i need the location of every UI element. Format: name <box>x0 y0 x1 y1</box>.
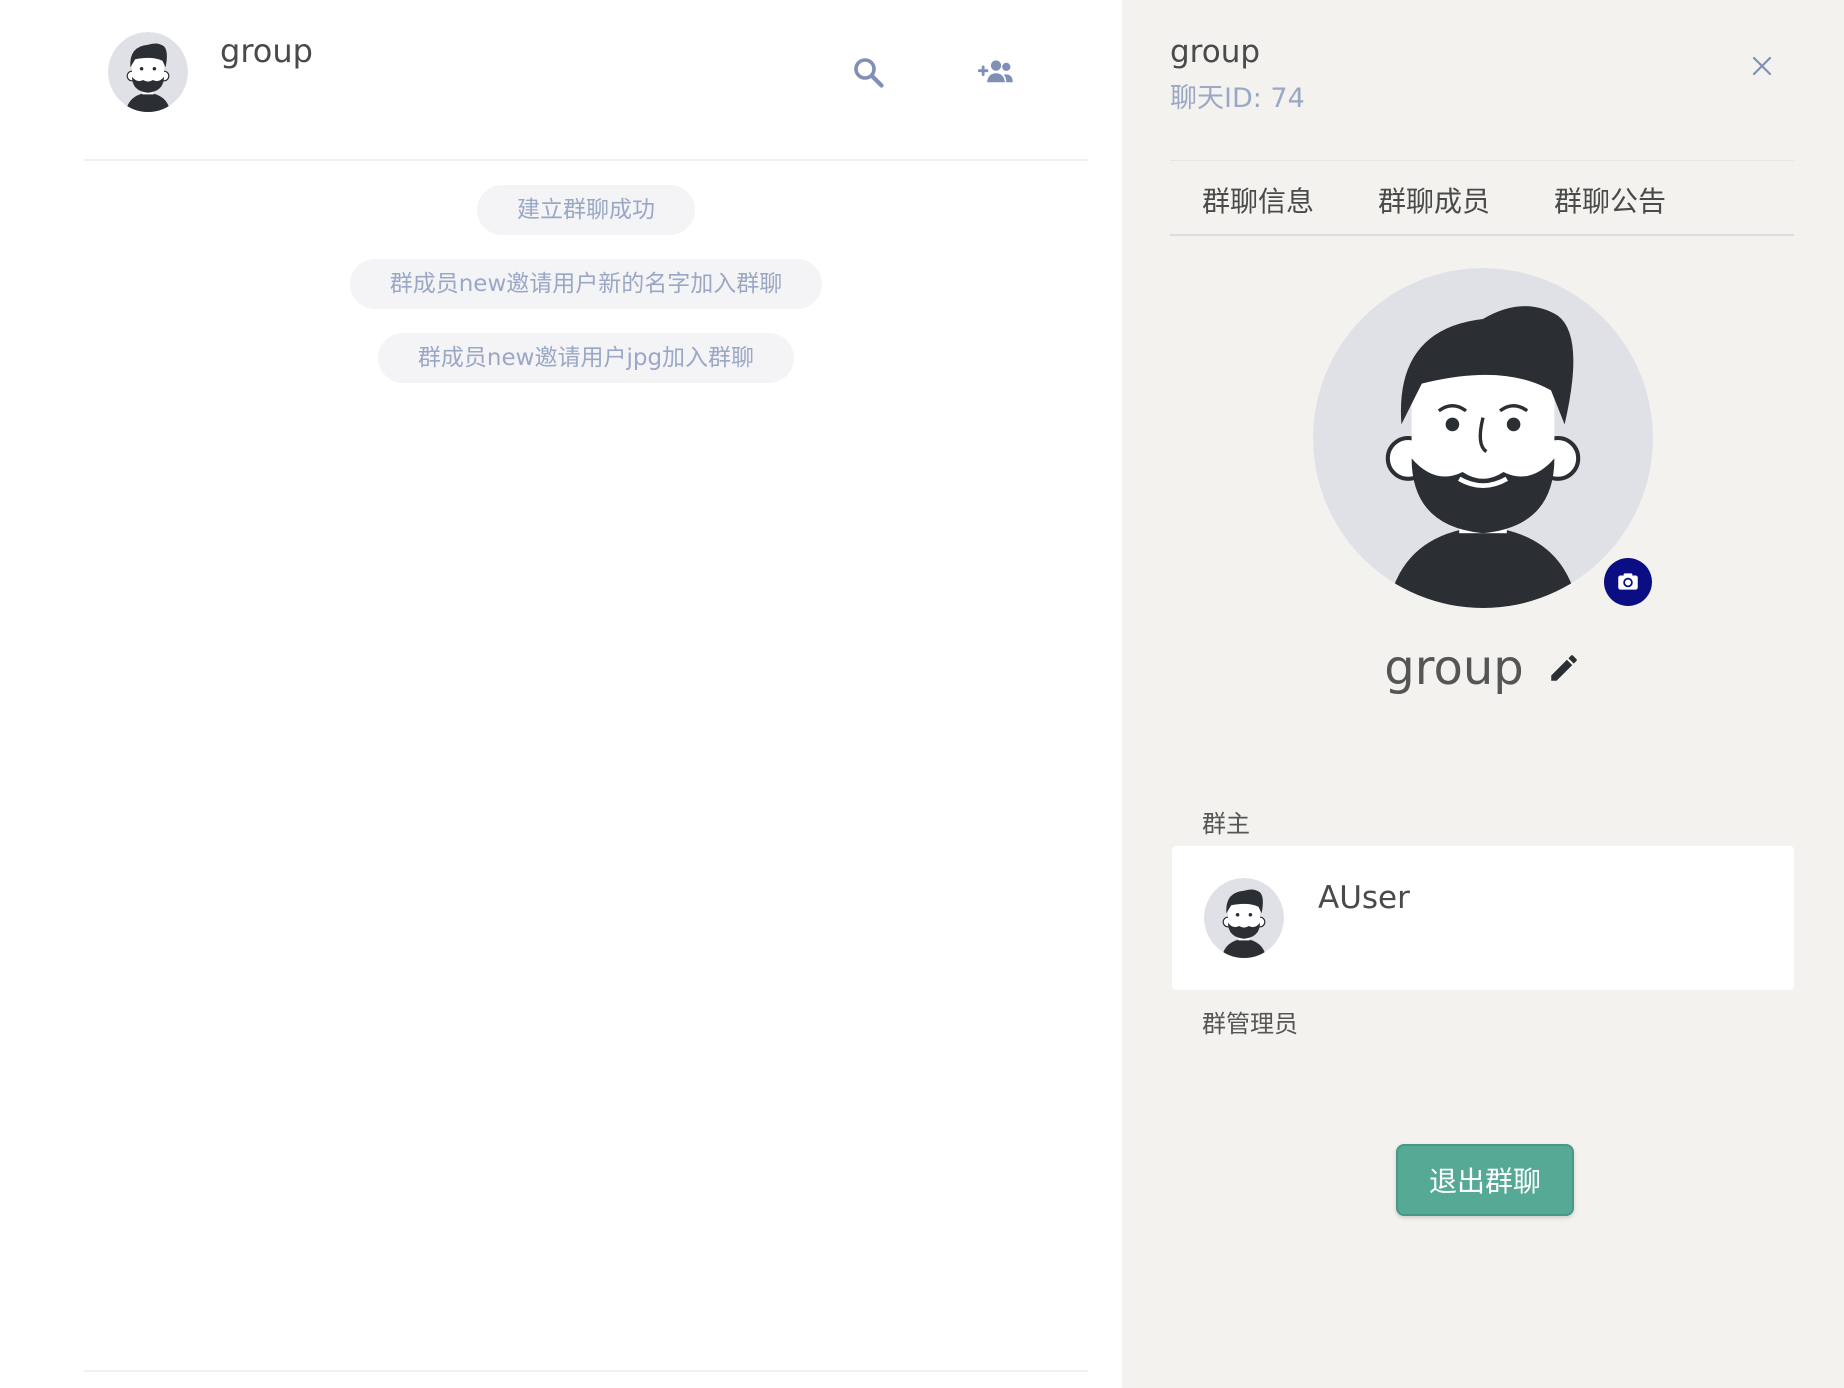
system-message: 建立群聊成功 <box>477 185 695 235</box>
close-button[interactable] <box>1744 48 1780 84</box>
app-window: group 建立群聊成功 群成员new邀请用户新的名字加入群聊 群成员new邀请… <box>0 0 1844 1388</box>
pencil-icon <box>1550 655 1577 681</box>
footer-divider <box>84 1370 1088 1372</box>
system-message: 群成员new邀请用户新的名字加入群聊 <box>349 259 823 309</box>
change-avatar-button[interactable] <box>1604 558 1652 606</box>
system-message: 群成员new邀请用户jpg加入群聊 <box>377 333 795 383</box>
edit-name-button[interactable] <box>1546 650 1582 686</box>
info-tabs: 群聊信息 群聊成员 群聊公告 <box>1170 176 1794 236</box>
leave-group-button[interactable]: 退出群聊 <box>1396 1144 1574 1216</box>
bearded-man-avatar-icon <box>1204 878 1284 958</box>
camera-switch-icon <box>1618 573 1638 590</box>
tab-group-info[interactable]: 群聊信息 <box>1202 180 1314 220</box>
tab-group-members[interactable]: 群聊成员 <box>1378 180 1490 220</box>
admin-section-label: 群管理员 <box>1202 1010 1298 1038</box>
chat-title: group <box>220 32 313 70</box>
group-name-row: group <box>1122 640 1844 696</box>
chat-pane: group 建立群聊成功 群成员new邀请用户新的名字加入群聊 群成员new邀请… <box>0 0 1122 1388</box>
header-divider <box>1170 160 1794 161</box>
chat-id: 聊天ID: 74 <box>1170 83 1305 114</box>
owner-card[interactable]: AUser <box>1172 846 1794 990</box>
group-info-pane: group 聊天ID: 74 群聊信息 群聊成员 群聊公告 group 群主 A… <box>1122 0 1844 1388</box>
close-icon <box>1752 56 1772 76</box>
info-title: group <box>1170 34 1261 70</box>
search-button[interactable] <box>848 52 888 92</box>
add-member-button[interactable] <box>976 52 1016 92</box>
bearded-man-avatar-icon <box>108 32 188 112</box>
group-name: group <box>1384 640 1524 696</box>
chat-header: group <box>84 0 1088 161</box>
group-add-icon <box>978 60 1013 83</box>
message-list: 建立群聊成功 群成员new邀请用户新的名字加入群聊 群成员new邀请用户jpg加… <box>84 185 1088 407</box>
search-icon <box>854 58 884 88</box>
owner-name: AUser <box>1318 880 1410 916</box>
chat-avatar[interactable] <box>108 32 188 112</box>
group-avatar <box>1313 268 1653 608</box>
owner-section-label: 群主 <box>1202 810 1250 838</box>
bearded-man-avatar-icon <box>1313 268 1653 608</box>
tab-group-notice[interactable]: 群聊公告 <box>1554 180 1666 220</box>
owner-avatar <box>1204 878 1284 958</box>
